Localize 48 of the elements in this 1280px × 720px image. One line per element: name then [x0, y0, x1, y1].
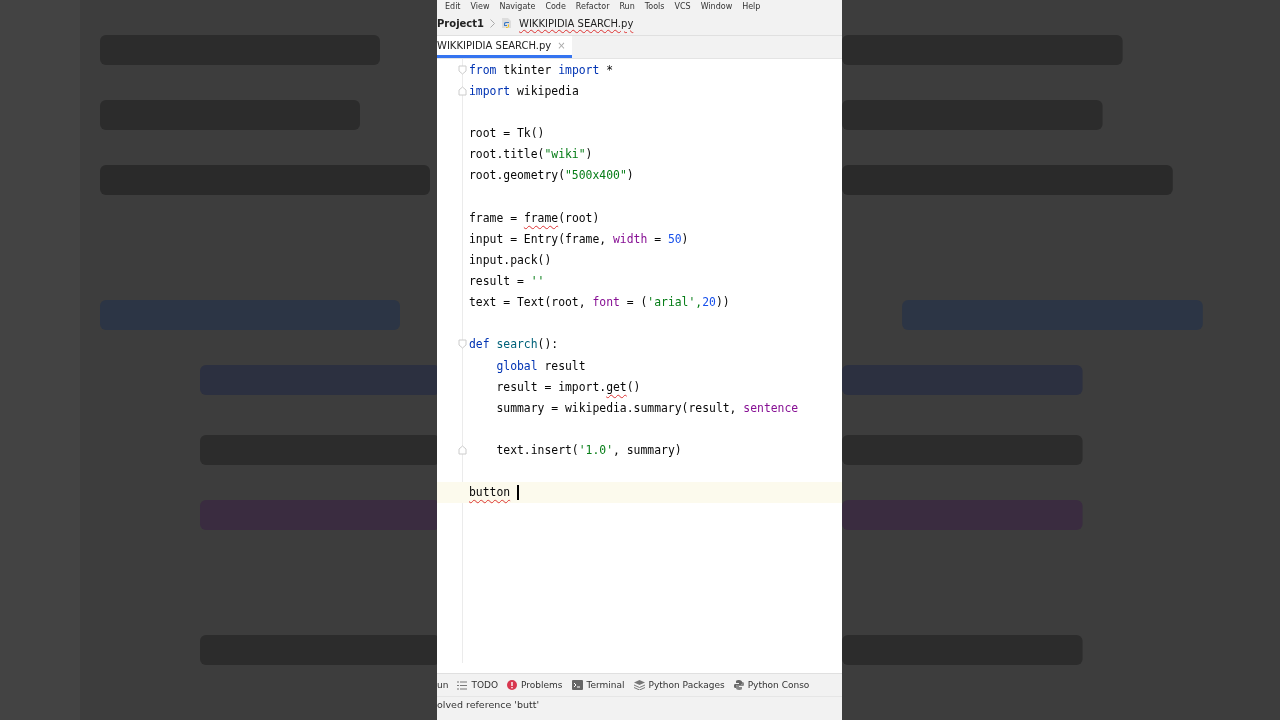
code-line: global result [495, 358, 586, 373]
code-line: result = import.get() [495, 379, 641, 394]
breadcrumb-project[interactable]: Project1 [437, 17, 484, 29]
fold-icon[interactable] [458, 85, 467, 96]
menu-item[interactable]: Code [545, 2, 566, 11]
tool-window-button[interactable]: Python Conso [733, 680, 810, 690]
python-file-icon [501, 17, 513, 29]
text-caret [517, 484, 519, 500]
menu-item[interactable]: Navigate [499, 2, 536, 11]
code-line: frame = frame(root) [469, 210, 600, 225]
tool-window-button[interactable]: Problems [507, 680, 563, 690]
editor-tab[interactable]: WIKKIPIDIA SEARCH.py × [437, 36, 572, 58]
python-icon [733, 680, 744, 690]
code-line: text = Text(root, font = ('arial',20)) [469, 295, 730, 310]
code-line: input = Entry(frame, width = 50) [469, 231, 689, 246]
menu-item[interactable]: View [470, 2, 490, 11]
code-line: summary = wikipedia.summary(result, sentence [495, 400, 799, 415]
menu-item[interactable]: VCS [674, 2, 691, 11]
code-line: import wikipedia [469, 83, 579, 98]
code-line: def search(): [469, 337, 559, 352]
menu-item[interactable]: Window [700, 2, 733, 11]
fold-icon[interactable] [458, 64, 467, 75]
code-line: result = '' [469, 273, 545, 288]
fold-icon[interactable] [458, 339, 467, 350]
tool-window-button[interactable]: Terminal [571, 680, 625, 690]
code-line: from tkinter import * [469, 62, 614, 77]
code-line: root = Tk() [469, 126, 545, 140]
list-icon [457, 680, 468, 690]
code-line: input.pack() [469, 252, 552, 267]
menu-item[interactable]: Run [619, 2, 635, 11]
chevron-icon [490, 18, 495, 28]
terminal-icon [571, 680, 583, 690]
error-icon [507, 680, 518, 690]
breadcrumb-file[interactable]: WIKKIPIDIA SEARCH.py [519, 17, 634, 29]
layers-icon [633, 680, 645, 690]
menu-item[interactable]: Tools [644, 2, 665, 11]
code-line: root.geometry("500x400") [469, 168, 634, 183]
code-line: button [469, 484, 519, 500]
fold-icon[interactable] [458, 445, 467, 456]
status-message: olved reference 'butt' [437, 699, 540, 710]
menu-item[interactable]: Refactor [575, 2, 610, 11]
menu-item[interactable]: Help [742, 2, 761, 11]
code-line: text.insert('1.0', summary) [495, 443, 682, 458]
tool-window-button[interactable]: Python Packages [633, 680, 725, 690]
tool-window-button[interactable]: TODO [457, 680, 499, 690]
code-line: root.title("wiki") [469, 147, 593, 162]
menu-item[interactable]: Edit [445, 2, 461, 11]
tool-window-button[interactable]: un [437, 680, 449, 690]
